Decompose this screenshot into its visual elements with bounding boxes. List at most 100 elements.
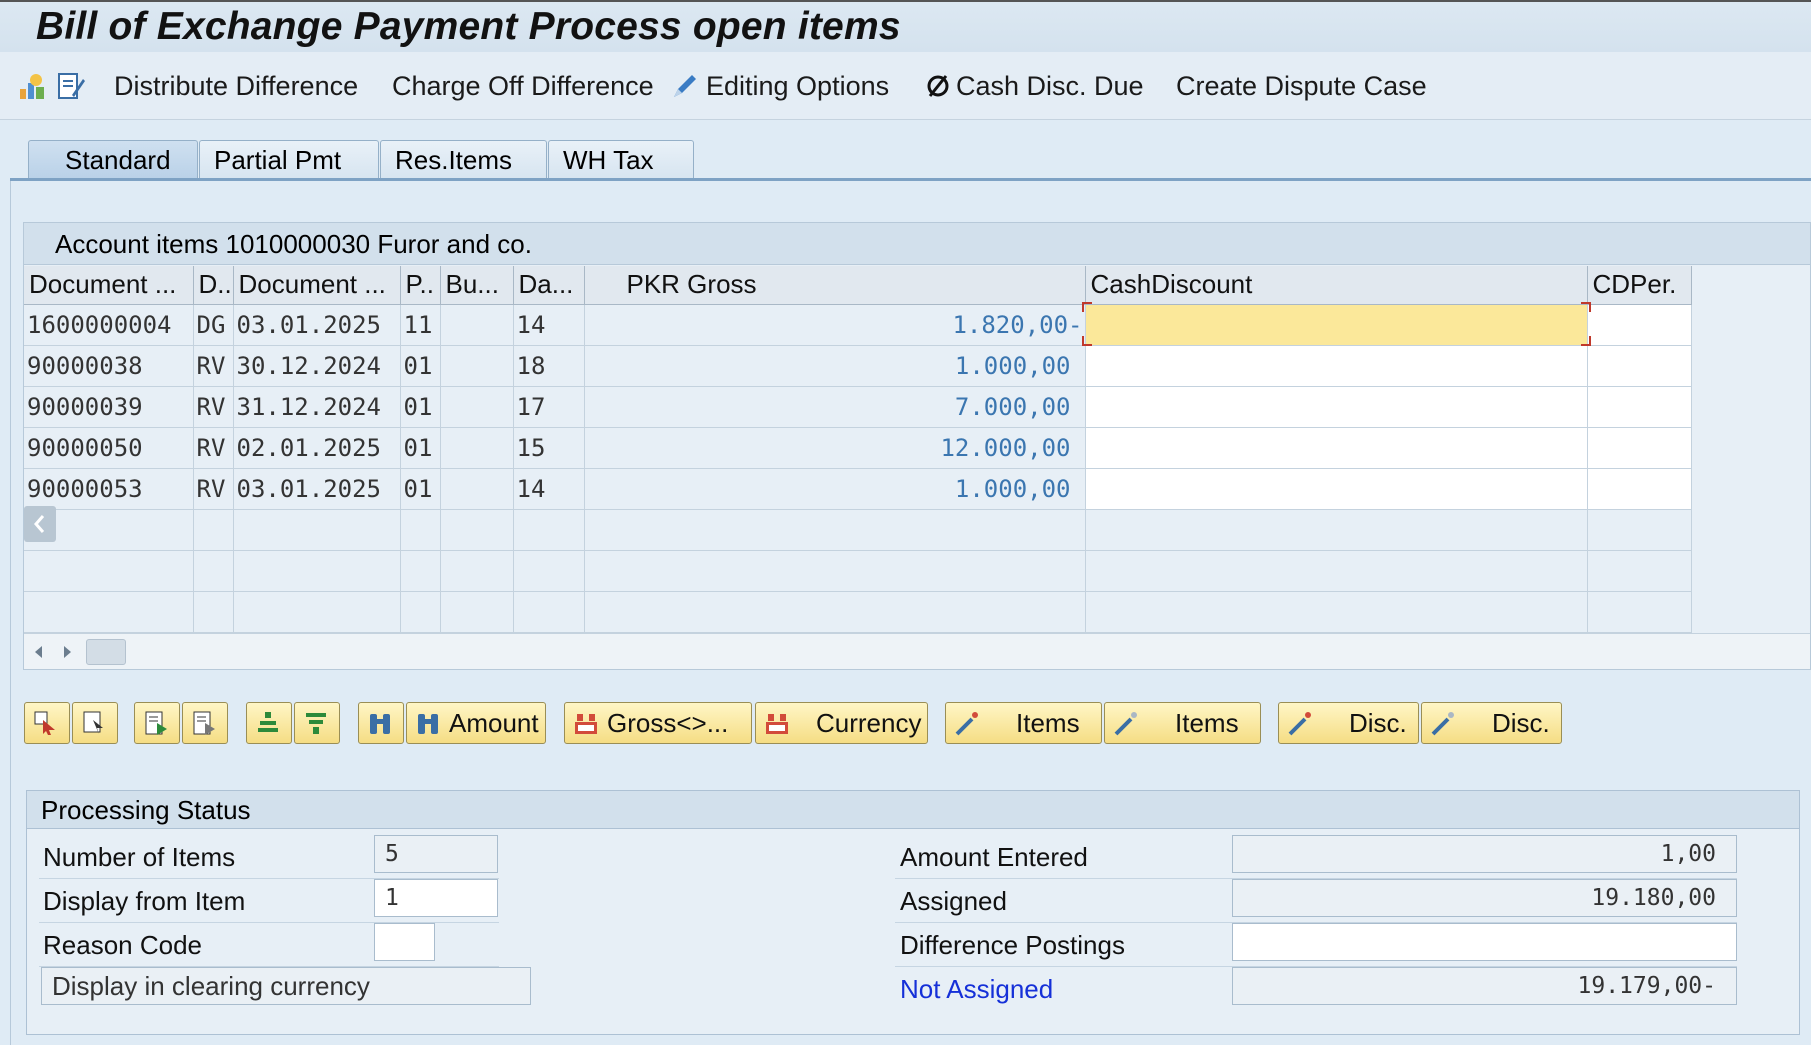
table-row[interactable]: 1600000004 DG 03.01.2025 11 14 1.820,00- (24, 304, 1692, 346)
arrow-left-icon[interactable] (32, 644, 46, 660)
cell-document-number[interactable]: 1600000004 (24, 304, 194, 346)
charge-off-difference-button[interactable]: Charge Off Difference (392, 68, 654, 104)
scroll-left-button[interactable] (24, 506, 56, 542)
cell-business-area (440, 427, 514, 469)
tab-wh-tax-label: WH Tax (563, 145, 654, 175)
no-discount-icon (926, 71, 950, 101)
cash-disc-due-button[interactable]: Cash Disc. Due (926, 68, 1144, 104)
items-button-2[interactable]: Items (1104, 702, 1261, 744)
cell-cash-discount-input[interactable] (1085, 345, 1588, 387)
difference-postings-input[interactable] (1232, 923, 1737, 961)
table-row[interactable]: 90000053 RV 03.01.2025 01 14 1.000,00 (24, 468, 1692, 510)
disc-label-1: Disc. (1349, 707, 1407, 738)
select-all-button[interactable] (24, 702, 70, 744)
find-amount-button[interactable]: Amount (406, 702, 546, 744)
cell-document-number[interactable]: 90000053 (24, 468, 194, 510)
items-button-1[interactable]: Items (945, 702, 1102, 744)
sort-button[interactable] (246, 702, 292, 744)
cell-cd-percent[interactable] (1587, 468, 1692, 510)
col-header-pkr-gross[interactable]: PKR Gross (584, 266, 1086, 305)
cell-document-number[interactable]: 90000038 (24, 345, 194, 387)
distribute-difference-button[interactable]: Distribute Difference (114, 68, 358, 104)
deactivate-items-icon (191, 710, 217, 736)
currency-button[interactable]: Currency (755, 702, 928, 744)
overview-icon-button[interactable] (18, 68, 56, 104)
arrow-right-icon[interactable] (60, 644, 74, 660)
filter-button[interactable] (294, 702, 340, 744)
not-assigned-field: 19.179,00- (1232, 967, 1737, 1005)
cell-cash-discount-input[interactable] (1085, 386, 1588, 428)
tab-res-items-label: Res.Items (395, 145, 513, 175)
edit-notes-icon-button[interactable] (56, 68, 94, 104)
table-row[interactable]: 90000039 RV 31.12.2024 01 17 7.000,00 (24, 386, 1692, 428)
scroll-thumb[interactable] (86, 639, 126, 665)
create-dispute-case-button[interactable]: Create Dispute Case (1176, 68, 1427, 104)
cell-cd-percent[interactable] (1587, 427, 1692, 469)
difference-postings-label: Difference Postings (900, 930, 1125, 960)
cash-disc-due-label: Cash Disc. Due (956, 70, 1144, 101)
cell-doc-type: RV (193, 386, 234, 428)
editing-options-label: Editing Options (706, 70, 890, 101)
cell-days: 17 (513, 386, 585, 428)
reason-code-input[interactable] (374, 923, 435, 961)
col-header-days[interactable]: Da... (513, 266, 585, 305)
cell-posting-key: 01 (400, 427, 441, 469)
gross-net-button[interactable]: Gross<>... (564, 702, 752, 744)
table-row[interactable]: 90000050 RV 02.01.2025 01 15 12.000,00 (24, 427, 1692, 469)
tab-res-items[interactable]: Res.Items (380, 140, 547, 180)
horizontal-scrollbar[interactable] (24, 633, 1810, 669)
edit-document-icon (56, 71, 86, 101)
account-items-panel: Account items 1010000030 Furor and co. D… (23, 222, 1811, 670)
amount-label: Amount (449, 707, 539, 738)
amount-entered-label: Amount Entered (900, 842, 1088, 872)
deactivate-items-button[interactable] (182, 702, 228, 744)
col-header-document-date[interactable]: Document ... (233, 266, 401, 305)
money-icon (764, 710, 790, 736)
col-header-cd-percent[interactable]: CDPer. (1587, 266, 1692, 305)
cell-document-number[interactable]: 90000050 (24, 427, 194, 469)
application-toolbar: Distribute Difference Charge Off Differe… (0, 52, 1811, 120)
editing-options-button[interactable]: Editing Options (670, 68, 889, 104)
col-header-posting-key[interactable]: P.. (400, 266, 441, 305)
binoculars-icon (415, 710, 441, 736)
cell-cash-discount-input[interactable] (1085, 304, 1588, 346)
cell-business-area (440, 345, 514, 387)
disc-button-1[interactable]: Disc. (1278, 702, 1419, 744)
cell-pkr-gross: 12.000,00 (584, 427, 1086, 469)
amount-entered-field: 1,00 (1232, 835, 1737, 873)
currency-label: Currency (816, 707, 922, 738)
deselect-icon (81, 710, 107, 736)
cell-days: 14 (513, 304, 585, 346)
col-header-business-area[interactable]: Bu... (440, 266, 514, 305)
selection-corner (1082, 302, 1092, 312)
tab-standard[interactable]: Standard (28, 140, 198, 180)
assigned-label: Assigned (900, 886, 1007, 916)
cell-business-area (440, 304, 514, 346)
people-chart-icon (18, 71, 48, 101)
cell-cash-discount-input[interactable] (1085, 468, 1588, 510)
col-header-document-number[interactable]: Document ... (24, 266, 194, 305)
cell-document-date: 03.01.2025 (233, 468, 401, 510)
cell-cd-percent[interactable] (1587, 386, 1692, 428)
display-from-item-input[interactable]: 1 (374, 879, 498, 917)
cell-cd-percent[interactable] (1587, 304, 1692, 346)
find-button[interactable] (358, 702, 404, 744)
display-in-clearing-currency-button[interactable]: Display in clearing currency (41, 967, 531, 1005)
cell-cash-discount-input[interactable] (1085, 427, 1588, 469)
col-header-cash-discount[interactable]: CashDiscount (1085, 266, 1588, 305)
cell-posting-key: 11 (400, 304, 441, 346)
assigned-field: 19.180,00 (1232, 879, 1737, 917)
tab-wh-tax[interactable]: WH Tax (548, 140, 694, 180)
tab-standard-label: Standard (65, 145, 171, 175)
cell-business-area (440, 386, 514, 428)
disc-button-2[interactable]: Disc. (1421, 702, 1562, 744)
activate-items-button[interactable] (134, 702, 180, 744)
col-header-doc-type[interactable]: D.. (193, 266, 234, 305)
cell-document-number[interactable]: 90000039 (24, 386, 194, 428)
display-from-item-label: Display from Item (43, 886, 246, 916)
selection-corner (1581, 336, 1591, 346)
deselect-all-button[interactable] (72, 702, 118, 744)
cell-cd-percent[interactable] (1587, 345, 1692, 387)
tab-partial-pmt[interactable]: Partial Pmt (199, 140, 379, 180)
table-row[interactable]: 90000038 RV 30.12.2024 01 18 1.000,00 (24, 345, 1692, 387)
